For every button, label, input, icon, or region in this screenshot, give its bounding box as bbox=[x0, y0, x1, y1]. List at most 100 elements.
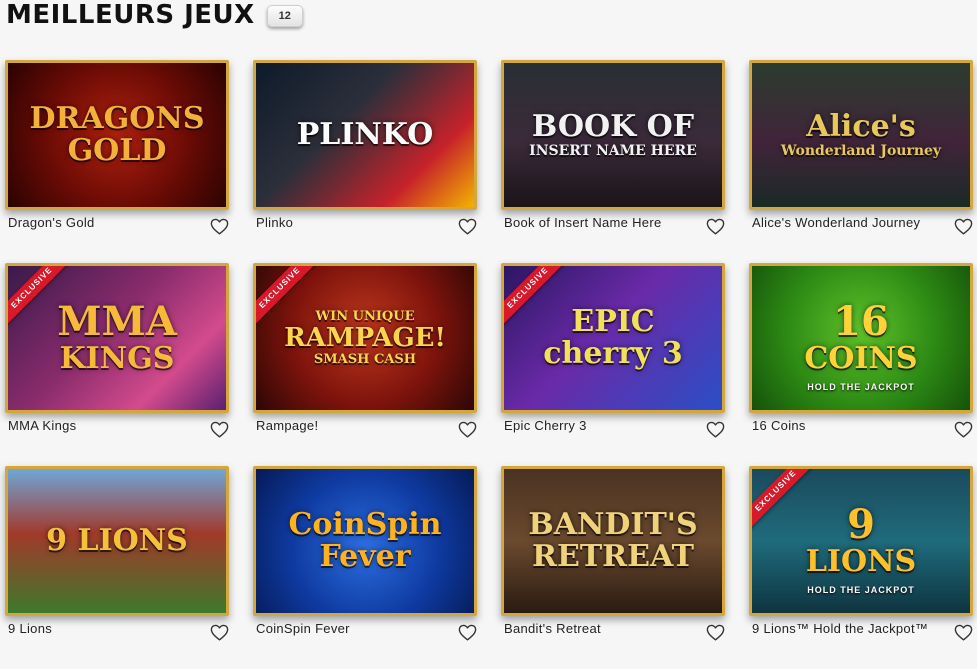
heart-outline-icon bbox=[954, 218, 972, 235]
game-thumbnail[interactable]: BANDIT'S RETREAT bbox=[501, 466, 725, 616]
artwork-logo-line: SMASH CASH bbox=[313, 352, 417, 367]
game-artwork-logo: BANDIT'S RETREAT bbox=[504, 508, 722, 574]
section-title: MEILLEURS JEUX bbox=[6, 0, 255, 30]
game-thumbnail[interactable]: MMA KINGS Exclusive bbox=[5, 263, 229, 413]
artwork-logo-line: BOOK OF bbox=[531, 109, 695, 144]
heart-outline-icon bbox=[210, 624, 228, 641]
heart-outline-icon bbox=[458, 218, 476, 235]
artwork-logo-line: 9 bbox=[847, 501, 875, 548]
favorite-heart-icon[interactable] bbox=[705, 217, 725, 235]
game-name[interactable]: Epic Cherry 3 bbox=[504, 418, 694, 433]
game-thumbnail[interactable]: CoinSpin Fever bbox=[253, 466, 477, 616]
favorite-heart-icon[interactable] bbox=[457, 217, 477, 235]
game-name[interactable]: Bandit's Retreat bbox=[504, 621, 694, 636]
artwork-logo-line: CoinSpin bbox=[288, 507, 442, 542]
game-artwork-logo: DRAGONS GOLD bbox=[8, 102, 226, 168]
heart-outline-icon bbox=[706, 218, 724, 235]
game-tile[interactable]: Alice's Wonderland Journey Alice's Wonderl… bbox=[749, 60, 973, 263]
exclusive-ribbon: Exclusive bbox=[256, 266, 322, 330]
game-artwork-logo: 16 COINS bbox=[752, 300, 970, 376]
section-header: MEILLEURS JEUX 12 bbox=[6, 0, 303, 30]
favorite-heart-icon[interactable] bbox=[953, 623, 973, 641]
heart-outline-icon bbox=[706, 421, 724, 438]
game-count-badge: 12 bbox=[266, 5, 303, 27]
favorite-heart-icon[interactable] bbox=[705, 623, 725, 641]
game-name[interactable]: CoinSpin Fever bbox=[256, 621, 446, 636]
exclusive-ribbon: Exclusive bbox=[504, 266, 570, 330]
artwork-logo-line: Wonderland Journey bbox=[780, 143, 942, 159]
game-artwork-logo: EPIC cherry 3 bbox=[504, 305, 722, 371]
heart-outline-icon bbox=[210, 218, 228, 235]
artwork-logo-line: EPIC bbox=[571, 304, 655, 339]
artwork-logo-line: RETREAT bbox=[532, 539, 694, 574]
game-thumbnail[interactable]: PLINKO bbox=[253, 60, 477, 210]
game-name[interactable]: 9 Lions bbox=[8, 621, 198, 636]
game-tile[interactable]: 16 COINS HOLD THE JACKPOT 16 Coins bbox=[749, 263, 973, 466]
artwork-logo-line: Alice's bbox=[806, 109, 916, 144]
game-tile[interactable]: WIN UNIQUE RAMPAGE! SMASH CASH Exclusive Ram… bbox=[253, 263, 477, 466]
game-name[interactable]: Dragon's Gold bbox=[8, 215, 198, 230]
game-thumbnail[interactable]: 9 LIONS bbox=[5, 466, 229, 616]
favorite-heart-icon[interactable] bbox=[209, 623, 229, 641]
game-name[interactable]: Alice's Wonderland Journey bbox=[752, 215, 942, 230]
artwork-logo-line: LIONS bbox=[805, 544, 917, 579]
game-artwork-logo: 9 LIONS bbox=[8, 524, 226, 558]
games-grid: DRAGONS GOLD Dragon's Gold PLINKO Plinko BOOK… bbox=[5, 60, 975, 669]
game-artwork-logo: 9 LIONS bbox=[752, 503, 970, 579]
game-artwork-logo: BOOK OF INSERT NAME HERE bbox=[504, 110, 722, 160]
game-name[interactable]: Plinko bbox=[256, 215, 446, 230]
game-tile[interactable]: EPIC cherry 3 Exclusive Epic Cherry 3 bbox=[501, 263, 725, 466]
game-artwork-logo: WIN UNIQUE RAMPAGE! SMASH CASH bbox=[256, 308, 474, 368]
game-thumbnail[interactable]: WIN UNIQUE RAMPAGE! SMASH CASH Exclusive bbox=[253, 263, 477, 413]
heart-outline-icon bbox=[706, 624, 724, 641]
game-thumbnail[interactable]: Alice's Wonderland Journey bbox=[749, 60, 973, 210]
game-thumbnail[interactable]: EPIC cherry 3 Exclusive bbox=[501, 263, 725, 413]
heart-outline-icon bbox=[954, 421, 972, 438]
heart-outline-icon bbox=[458, 624, 476, 641]
heart-outline-icon bbox=[954, 624, 972, 641]
game-name[interactable]: Rampage! bbox=[256, 418, 446, 433]
favorite-heart-icon[interactable] bbox=[457, 420, 477, 438]
artwork-logo-line: Fever bbox=[319, 539, 411, 574]
favorite-heart-icon[interactable] bbox=[705, 420, 725, 438]
artwork-logo-line: BANDIT'S bbox=[528, 507, 698, 542]
favorite-heart-icon[interactable] bbox=[953, 217, 973, 235]
favorite-heart-icon[interactable] bbox=[209, 217, 229, 235]
game-name[interactable]: 9 Lions™ Hold the Jackpot™ bbox=[752, 621, 942, 636]
game-tile[interactable]: 9 LIONS HOLD THE JACKPOT Exclusive 9 Lions™ … bbox=[749, 466, 973, 669]
game-artwork-logo: MMA KINGS bbox=[8, 300, 226, 376]
favorite-heart-icon[interactable] bbox=[209, 420, 229, 438]
game-thumbnail[interactable]: 9 LIONS HOLD THE JACKPOT Exclusive bbox=[749, 466, 973, 616]
game-tile[interactable]: BANDIT'S RETREAT Bandit's Retreat bbox=[501, 466, 725, 669]
game-thumbnail[interactable]: BOOK OF INSERT NAME HERE bbox=[501, 60, 725, 210]
game-name[interactable]: Book of Insert Name Here bbox=[504, 215, 694, 230]
game-tile[interactable]: 9 LIONS 9 Lions bbox=[5, 466, 229, 669]
game-name[interactable]: 16 Coins bbox=[752, 418, 942, 433]
artwork-subtitle: HOLD THE JACKPOT bbox=[807, 382, 915, 392]
game-artwork-logo: PLINKO bbox=[256, 118, 474, 152]
game-tile[interactable]: DRAGONS GOLD Dragon's Gold bbox=[5, 60, 229, 263]
artwork-subtitle: HOLD THE JACKPOT bbox=[807, 585, 915, 595]
heart-outline-icon bbox=[458, 421, 476, 438]
favorite-heart-icon[interactable] bbox=[953, 420, 973, 438]
artwork-logo-line: WIN UNIQUE bbox=[315, 309, 415, 324]
artwork-logo-line: RAMPAGE! bbox=[284, 323, 446, 353]
exclusive-ribbon: Exclusive bbox=[752, 469, 818, 533]
game-tile[interactable]: CoinSpin Fever CoinSpin Fever bbox=[253, 466, 477, 669]
artwork-logo-line: GOLD bbox=[67, 133, 167, 168]
artwork-logo-line: KINGS bbox=[59, 341, 175, 376]
heart-outline-icon bbox=[210, 421, 228, 438]
game-tile[interactable]: BOOK OF INSERT NAME HERE Book of Insert Na… bbox=[501, 60, 725, 263]
game-thumbnail[interactable]: 16 COINS HOLD THE JACKPOT bbox=[749, 263, 973, 413]
favorite-heart-icon[interactable] bbox=[457, 623, 477, 641]
artwork-logo-line: DRAGONS bbox=[29, 101, 205, 136]
game-name[interactable]: MMA Kings bbox=[8, 418, 198, 433]
game-thumbnail[interactable]: DRAGONS GOLD bbox=[5, 60, 229, 210]
game-tile[interactable]: MMA KINGS Exclusive MMA Kings bbox=[5, 263, 229, 466]
artwork-logo-line: MMA bbox=[57, 298, 177, 345]
game-artwork-logo: Alice's Wonderland Journey bbox=[752, 110, 970, 160]
game-tile[interactable]: PLINKO Plinko bbox=[253, 60, 477, 263]
artwork-logo-line: 16 bbox=[833, 298, 889, 345]
artwork-logo-line: INSERT NAME HERE bbox=[529, 143, 697, 159]
artwork-logo-line: COINS bbox=[804, 341, 918, 376]
